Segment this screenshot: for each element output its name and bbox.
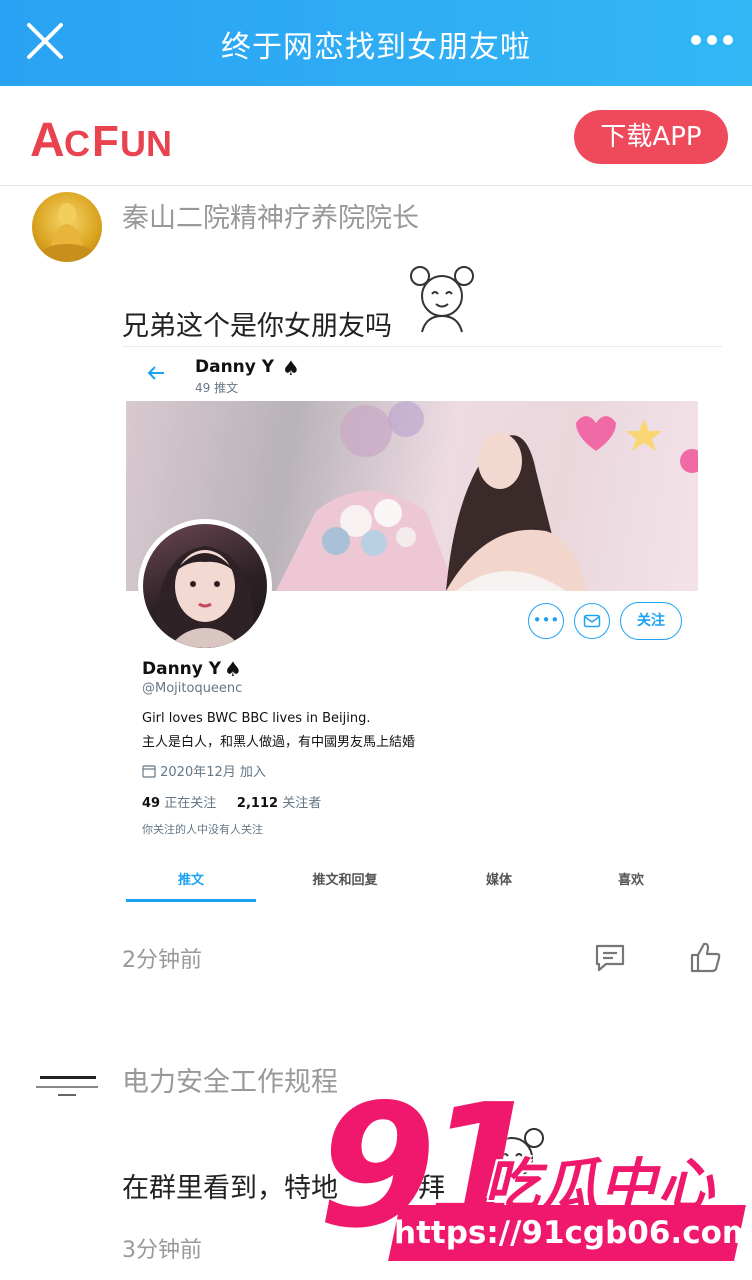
comment-username[interactable]: 秦山二院精神疗养院院长 <box>122 196 419 235</box>
calendar-icon <box>142 765 156 778</box>
followers-label[interactable]: 关注者 <box>282 796 321 811</box>
avatar[interactable] <box>32 1050 102 1120</box>
svg-text:UN: UN <box>120 123 172 162</box>
comment-timestamp: 3分钟前 <box>122 1238 202 1263</box>
embedded-screenshot: Danny Y ♠ 49 推文 ••• 关注 Danny Y ♠ @Mojito… <box>122 346 722 906</box>
followers-count[interactable]: 2,112 <box>237 796 278 811</box>
active-tab-indicator <box>126 899 256 902</box>
comment-username[interactable]: 电力安全工作规程 <box>122 1060 338 1099</box>
more-icon[interactable] <box>690 32 734 48</box>
following-label[interactable]: 正在关注 <box>164 796 216 811</box>
svg-text:F: F <box>92 117 119 162</box>
anime-sticker-icon <box>410 266 474 333</box>
tweet-count: 49 推文 <box>195 381 239 395</box>
tab-tweets[interactable]: 推文 <box>126 869 256 888</box>
spade-icon: ♠ <box>282 356 300 380</box>
tab-likes[interactable]: 喜欢 <box>566 869 696 888</box>
avatar-text-line <box>36 1086 98 1088</box>
more-options-button[interactable]: ••• <box>528 603 564 639</box>
profile-joined: 2020年12月 加入 <box>142 761 266 780</box>
following-count[interactable]: 49 <box>142 796 160 811</box>
brand-bar: A C F UN 下载APP <box>0 86 752 186</box>
tab-media[interactable]: 媒体 <box>434 869 564 888</box>
acfun-logo[interactable]: A C F UN <box>30 112 200 162</box>
profile-header-name: Danny Y <box>195 357 275 377</box>
follow-button[interactable]: 关注 <box>620 602 682 640</box>
like-icon[interactable] <box>688 940 724 976</box>
profile-stats: 49 正在关注 2,112 关注者 <box>142 792 321 811</box>
profile-name: Danny Y <box>142 659 222 679</box>
watermark-url-text: https://91cgb06.com <box>394 1215 752 1251</box>
reply-icon[interactable] <box>592 940 628 976</box>
comment-text-start: 在群里看到，特地 <box>122 1173 338 1204</box>
comment-timestamp: 2分钟前 <box>122 948 202 973</box>
profile-avatar[interactable] <box>138 519 272 653</box>
message-button[interactable] <box>574 603 610 639</box>
mutual-followers-note: 你关注的人中没有人关注 <box>142 823 263 836</box>
download-app-button[interactable]: 下载APP <box>574 110 728 164</box>
svg-text:C: C <box>64 123 90 162</box>
profile-handle: @Mojitoqueenc <box>142 681 243 696</box>
watermark-url: https://91cgb06.com <box>388 1205 752 1261</box>
tab-tweets-replies[interactable]: 推文和回复 <box>280 869 410 888</box>
avatar[interactable] <box>32 192 102 262</box>
profile-bio-line: Girl loves BWC BBC lives in Beijing. <box>142 711 371 726</box>
top-bar: 终于网恋找到女朋友啦 <box>0 0 752 86</box>
svg-text:A: A <box>30 114 64 162</box>
mail-icon <box>583 614 601 628</box>
spade-icon: ♠ <box>224 657 242 681</box>
back-arrow-icon <box>147 366 164 380</box>
comment-text: 兄弟这个是你女朋友吗 <box>122 311 392 342</box>
avatar-text-line <box>40 1076 96 1079</box>
page-title: 终于网恋找到女朋友啦 <box>221 30 531 65</box>
joined-date: 2020年12月 加入 <box>160 765 266 780</box>
avatar-text-line <box>58 1094 76 1096</box>
profile-bio-line: 主人是白人，和黑人做過，有中國男友馬上結婚 <box>142 735 416 750</box>
comment-text: 在群里看到，特地 <box>122 1166 338 1205</box>
